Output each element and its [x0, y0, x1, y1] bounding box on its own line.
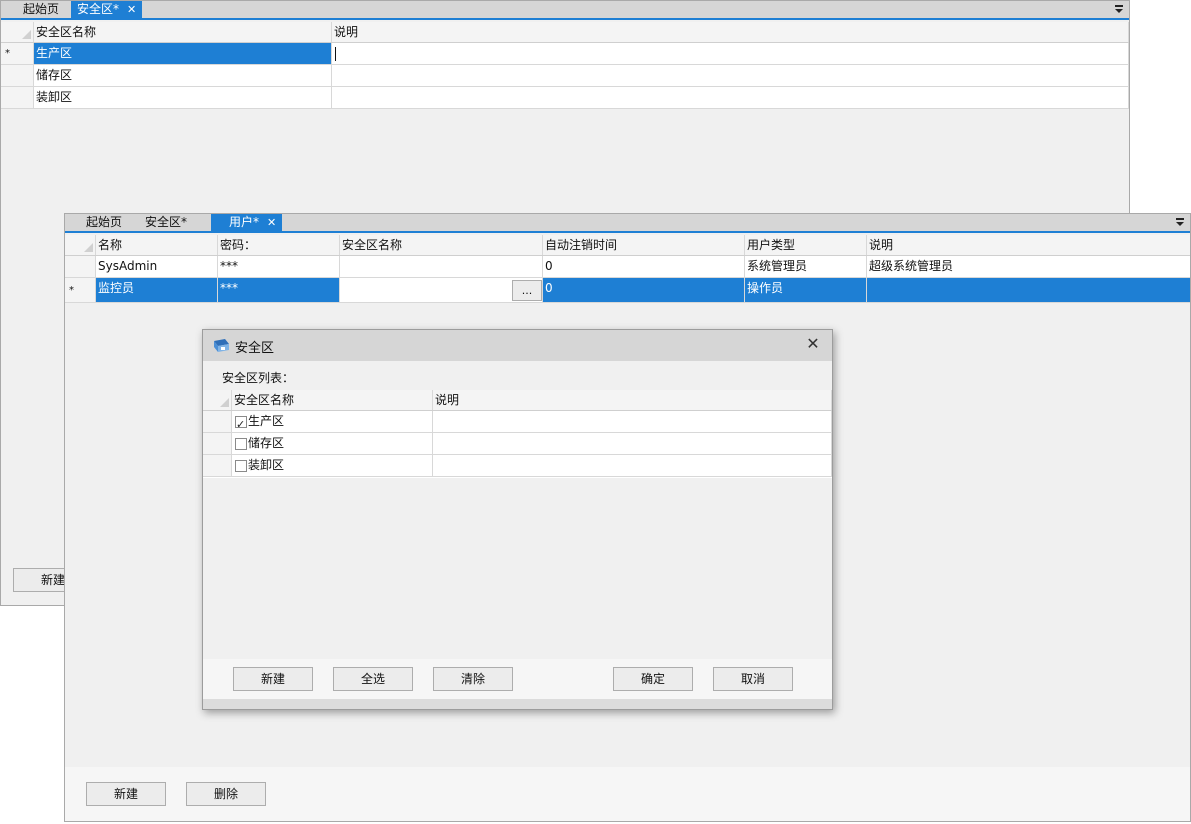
grid-header: 安全区名称 说明	[203, 390, 832, 411]
close-icon[interactable]: ✕	[127, 1, 136, 18]
table-row[interactable]: 装卸区	[203, 455, 832, 477]
new-button[interactable]: 新建	[86, 782, 166, 806]
column-header-password[interactable]: 密码：	[218, 235, 340, 255]
table-row[interactable]: * 生产区	[1, 43, 1129, 65]
zone-name-cell[interactable]: 装卸区	[232, 455, 433, 476]
row-marker[interactable]	[203, 411, 232, 432]
user-type-cell[interactable]: 操作员	[745, 278, 867, 302]
row-marker[interactable]	[1, 65, 34, 86]
clear-button[interactable]: 清除	[433, 667, 513, 691]
select-all-button[interactable]: 全选	[333, 667, 413, 691]
grid-corner	[203, 390, 232, 410]
zone-name-cell[interactable]: 生产区	[34, 43, 332, 64]
tab-label: 起始页	[23, 2, 60, 16]
cancel-button[interactable]: 取消	[713, 667, 793, 691]
column-header-description[interactable]: 说明	[332, 22, 1129, 42]
tab-menu-icon[interactable]	[1174, 216, 1186, 228]
text-caret	[335, 47, 336, 61]
close-icon[interactable]: ✕	[267, 214, 276, 231]
zone-name: 装卸区	[248, 458, 285, 472]
user-name-cell[interactable]: 监控员	[96, 278, 218, 302]
new-button[interactable]: 新建	[233, 667, 313, 691]
zone-name-cell[interactable]: 生产区	[232, 411, 433, 432]
checkbox-icon[interactable]	[235, 438, 247, 450]
table-row[interactable]: SysAdmin *** 0 系统管理员 超级系统管理员	[65, 256, 1190, 278]
grid-header: 安全区名称 说明	[1, 22, 1129, 43]
zone-name: 储存区	[248, 436, 285, 450]
description-cell[interactable]	[332, 87, 1129, 108]
close-icon[interactable]: ✕	[804, 335, 822, 353]
dialog-title: 安全区	[235, 341, 275, 356]
column-header-zone-name[interactable]: 安全区名称	[340, 235, 543, 255]
row-marker[interactable]	[203, 455, 232, 476]
dialog-titlebar[interactable]: 安全区 ✕	[203, 330, 832, 361]
description-cell[interactable]	[433, 455, 832, 476]
description-cell[interactable]: 超级系统管理员	[867, 256, 1190, 277]
column-header-description[interactable]: 说明	[433, 390, 832, 410]
delete-button[interactable]: 删除	[186, 782, 266, 806]
security-zone-dialog: 安全区 ✕ 安全区列表： 安全区名称 说明 生产区 储存区	[202, 329, 833, 710]
dialog-bottom-border	[203, 699, 832, 709]
back-tabstrip: 起始页 安全区* ✕	[1, 1, 1129, 20]
zone-name-cell[interactable]: 储存区	[34, 65, 332, 86]
table-row[interactable]: 装卸区	[1, 87, 1129, 109]
ok-button[interactable]: 确定	[613, 667, 693, 691]
row-marker[interactable]: *	[65, 278, 96, 302]
password-cell[interactable]: ***	[218, 278, 340, 302]
zone-name-cell[interactable]: 储存区	[232, 433, 433, 454]
tab-security-zone[interactable]: 安全区*	[139, 214, 193, 231]
table-row[interactable]: 生产区	[203, 411, 832, 433]
zone-name: 生产区	[248, 414, 285, 428]
users-grid: 名称 密码： 安全区名称 自动注销时间 用户类型 说明 SysAdmin ***…	[65, 235, 1190, 303]
timeout-cell[interactable]: 0	[543, 278, 745, 302]
dialog-app-icon	[214, 339, 229, 352]
checkbox-icon[interactable]	[235, 414, 247, 432]
description-cell[interactable]	[332, 43, 1129, 64]
tab-label: 安全区*	[77, 2, 120, 16]
zone-name-cell[interactable]: 装卸区	[34, 87, 332, 108]
tab-label: 起始页	[86, 215, 123, 229]
tab-start-page[interactable]: 起始页	[17, 1, 65, 18]
user-type-cell[interactable]: 系统管理员	[745, 256, 867, 277]
zone-list-label: 安全区列表：	[222, 371, 295, 385]
grid-header: 名称 密码： 安全区名称 自动注销时间 用户类型 说明	[65, 235, 1190, 256]
table-row[interactable]: 储存区	[203, 433, 832, 455]
checkbox-icon[interactable]	[235, 460, 247, 472]
column-header-zone-name[interactable]: 安全区名称	[34, 22, 332, 42]
user-name-cell[interactable]: SysAdmin	[96, 256, 218, 277]
column-header-name[interactable]: 名称	[96, 235, 218, 255]
row-marker[interactable]	[203, 433, 232, 454]
grid-corner	[65, 235, 96, 255]
tab-label: 安全区*	[145, 215, 188, 229]
row-marker[interactable]: *	[1, 43, 34, 64]
table-row[interactable]: 储存区	[1, 65, 1129, 87]
dialog-zone-grid: 安全区名称 说明 生产区 储存区 装卸区	[203, 390, 832, 478]
description-cell[interactable]	[433, 433, 832, 454]
password-cell[interactable]: ***	[218, 256, 340, 277]
tab-start-page[interactable]: 起始页	[80, 214, 128, 231]
tab-users[interactable]: 用户* ✕	[211, 214, 283, 231]
table-row[interactable]: * 监控员 *** ... 0 操作员	[65, 278, 1190, 303]
security-zone-grid: 安全区名称 说明 * 生产区 储存区 装卸区	[1, 22, 1129, 109]
description-cell[interactable]	[867, 278, 1190, 302]
zone-picker-ellipsis-button[interactable]: ...	[512, 280, 542, 301]
column-header-description[interactable]: 说明	[867, 235, 1190, 255]
row-marker[interactable]	[1, 87, 34, 108]
column-header-timeout[interactable]: 自动注销时间	[543, 235, 745, 255]
column-header-zone-name[interactable]: 安全区名称	[232, 390, 433, 410]
front-tabstrip: 起始页 安全区* 用户* ✕	[65, 214, 1190, 233]
timeout-cell[interactable]: 0	[543, 256, 745, 277]
zone-name-cell[interactable]	[340, 256, 543, 277]
tab-menu-icon[interactable]	[1113, 3, 1125, 15]
column-header-user-type[interactable]: 用户类型	[745, 235, 867, 255]
row-marker[interactable]	[65, 256, 96, 277]
tab-security-zone[interactable]: 安全区* ✕	[71, 1, 143, 18]
tab-label: 用户*	[229, 215, 260, 229]
description-cell[interactable]	[433, 411, 832, 432]
grid-corner	[1, 22, 34, 42]
description-cell[interactable]	[332, 65, 1129, 86]
